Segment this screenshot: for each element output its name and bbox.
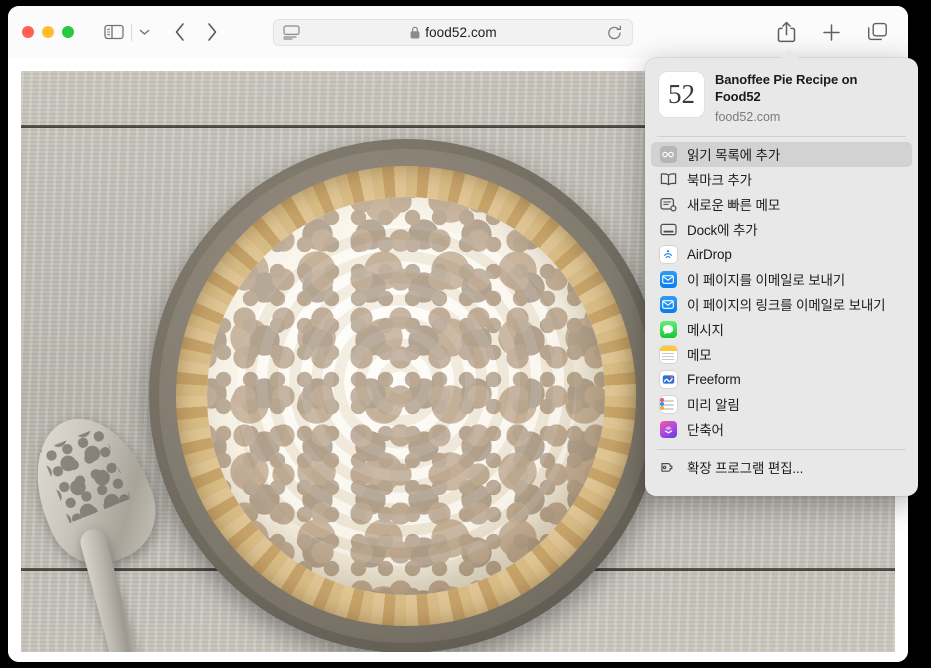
url-display[interactable]: food52.com — [300, 25, 607, 40]
share-item-reminders[interactable]: 미리 알림 — [651, 392, 912, 417]
chevron-down-icon[interactable] — [139, 28, 150, 36]
whipped-cream-filling — [207, 197, 605, 595]
toolbar-divider — [131, 23, 132, 41]
reader-view-icon[interactable] — [283, 25, 300, 40]
share-menu-popover: 52 Banoffee Pie Recipe on Food52 food52.… — [645, 49, 918, 496]
share-item-label: 이 페이지를 이메일로 보내기 — [687, 273, 846, 289]
share-footer: 확장 프로그램 편집... — [645, 452, 918, 480]
page-domain: food52.com — [715, 109, 781, 124]
messages-icon — [659, 320, 677, 338]
lock-icon — [410, 26, 420, 39]
share-item-label: Freeform — [687, 371, 741, 387]
share-item-email-this-page[interactable]: 이 페이지를 이메일로 보내기 — [651, 267, 912, 292]
share-item-label: AirDrop — [687, 246, 732, 262]
share-item-shortcuts[interactable]: 단축어 — [651, 417, 912, 442]
popover-separator-bottom — [657, 448, 906, 450]
sidebar-controls — [104, 23, 150, 41]
share-item-label: Dock에 추가 — [687, 223, 758, 239]
back-button[interactable] — [174, 22, 186, 42]
minimize-button[interactable] — [42, 26, 54, 38]
close-button[interactable] — [22, 26, 34, 38]
extension-icon — [659, 458, 677, 476]
share-item-label: 확장 프로그램 편집... — [687, 461, 804, 477]
share-item-label: 이 페이지의 링크를 이메일로 보내기 — [687, 298, 886, 314]
cocoa-specks — [207, 197, 605, 595]
share-item-add-bookmark[interactable]: 북마크 추가 — [651, 167, 912, 192]
popover-tail — [779, 49, 799, 59]
share-item-label: 단축어 — [687, 423, 724, 439]
mail-icon — [659, 270, 677, 288]
quick-note-icon — [659, 195, 677, 213]
maximize-button[interactable] — [62, 26, 74, 38]
navigation-buttons — [174, 22, 218, 42]
share-item-label: 메시지 — [687, 323, 724, 339]
share-item-label: 북마크 추가 — [687, 173, 752, 189]
notes-icon — [659, 345, 677, 363]
reminders-icon — [659, 395, 677, 413]
site-favicon: 52 — [659, 72, 704, 117]
browser-toolbar: food52.com — [8, 6, 908, 58]
share-preview-header: 52 Banoffee Pie Recipe on Food52 food52.… — [645, 58, 918, 134]
address-bar[interactable]: food52.com — [273, 19, 633, 46]
share-item-label: 읽기 목록에 추가 — [687, 148, 781, 164]
airdrop-icon — [659, 245, 677, 263]
book-icon — [659, 170, 677, 188]
share-item-new-quick-note[interactable]: 새로운 빠른 메모 — [651, 192, 912, 217]
freeform-icon — [659, 370, 677, 388]
share-item-label: 새로운 빠른 메모 — [687, 198, 781, 214]
sidebar-icon[interactable] — [104, 24, 124, 40]
share-icon[interactable] — [777, 21, 796, 43]
shortcuts-icon — [659, 420, 677, 438]
share-item-messages[interactable]: 메시지 — [651, 317, 912, 342]
url-text: food52.com — [425, 25, 497, 40]
dock-icon — [659, 220, 677, 238]
popover-separator-top — [657, 135, 906, 137]
share-item-edit-extensions[interactable]: 확장 프로그램 편집... — [651, 455, 912, 480]
share-item-airdrop[interactable]: AirDrop — [651, 242, 912, 267]
mail-icon — [659, 295, 677, 313]
tab-overview-button[interactable] — [867, 22, 888, 42]
forward-button[interactable] — [206, 22, 218, 42]
share-item-label: 메모 — [687, 348, 712, 364]
share-item-freeform[interactable]: Freeform — [651, 367, 912, 392]
reload-icon[interactable] — [607, 25, 622, 41]
new-tab-button[interactable] — [822, 23, 841, 42]
glasses-icon — [659, 145, 677, 163]
share-item-label: 미리 알림 — [687, 398, 740, 414]
share-options-list: 읽기 목록에 추가 북마크 추가 새로운 빠른 메모 Dock에 추가 AirD… — [645, 139, 918, 442]
share-item-email-link-to-page[interactable]: 이 페이지의 링크를 이메일로 보내기 — [651, 292, 912, 317]
page-title: Banoffee Pie Recipe on Food52 — [715, 72, 858, 104]
window-controls — [22, 26, 74, 38]
share-item-notes[interactable]: 메모 — [651, 342, 912, 367]
share-item-add-to-reading-list[interactable]: 읽기 목록에 추가 — [651, 141, 912, 167]
share-preview-text: Banoffee Pie Recipe on Food52 food52.com — [715, 72, 904, 124]
share-item-add-to-dock[interactable]: Dock에 추가 — [651, 217, 912, 242]
